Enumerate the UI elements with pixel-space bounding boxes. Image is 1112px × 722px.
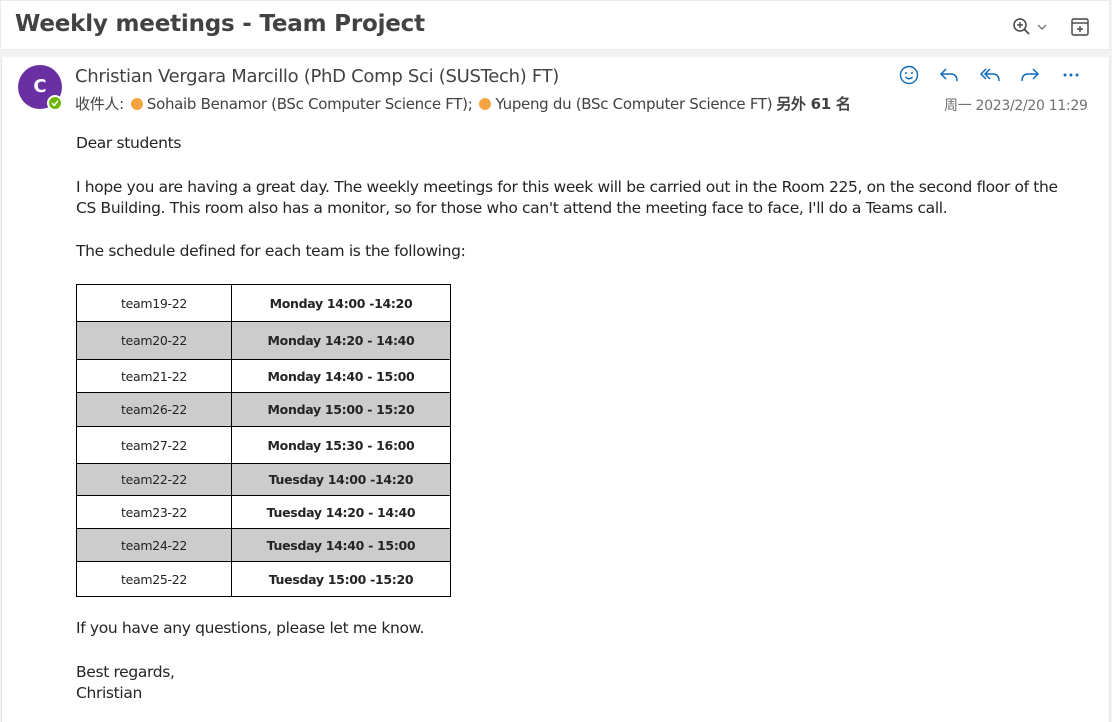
subject-bar: Weekly meetings - Team Project	[0, 0, 1110, 50]
sender-name[interactable]: Christian Vergara Marcillo (PhD Comp Sci…	[75, 66, 559, 87]
table-row: team26-22 Monday 15:00 - 15:20	[76, 392, 451, 427]
reply-icon	[939, 68, 958, 82]
schedule-table: team19-22 Monday 14:00 -14:20 team20-22 Mon…	[76, 284, 451, 597]
forward-icon	[1021, 68, 1040, 82]
more-actions-button[interactable]	[1059, 63, 1083, 87]
table-row: team24-22 Tuesday 14:40 - 15:00	[76, 528, 451, 562]
message-pane: C Christian Vergara Marcillo (PhD Comp S…	[1, 57, 1110, 722]
reply-button[interactable]	[937, 63, 961, 87]
recipients-label: 收件人:	[75, 95, 124, 113]
forward-button[interactable]	[1018, 63, 1042, 87]
away-status-icon	[130, 98, 143, 110]
team-cell: team23-22	[76, 495, 232, 529]
more-icon	[1063, 73, 1079, 77]
team-cell: team19-22	[76, 284, 232, 322]
more-recipients-link[interactable]: 另外 61 名	[776, 95, 851, 113]
recipient[interactable]: Sohaib Benamor (BSc Computer Science FT)…	[147, 95, 473, 113]
sent-date: 周一 2023/2/20 11:29	[944, 98, 1088, 114]
recipients-line: 收件人: Sohaib Benamor (BSc Computer Science…	[75, 93, 851, 114]
popout-button[interactable]	[1070, 17, 1090, 37]
time-cell: Monday 15:30 - 16:00	[231, 426, 451, 464]
smiley-icon	[899, 65, 919, 85]
zoom-in-icon	[1013, 18, 1047, 35]
table-row: team22-22 Tuesday 14:00 -14:20	[76, 463, 451, 496]
team-cell: team20-22	[76, 321, 232, 360]
team-cell: team22-22	[76, 463, 232, 496]
time-cell: Tuesday 14:40 - 15:00	[231, 528, 451, 562]
email-body-closing: If you have any questions, please let me…	[76, 618, 1076, 705]
reply-all-button[interactable]	[978, 63, 1002, 87]
greeting: Dear students	[76, 134, 182, 152]
body-paragraph: I hope you are having a great day. The w…	[76, 177, 1058, 218]
team-cell: team21-22	[76, 359, 232, 393]
emoji-reaction-button[interactable]	[897, 63, 921, 87]
open-in-new-window-icon	[1071, 18, 1089, 36]
time-cell: Tuesday 14:00 -14:20	[231, 463, 451, 496]
table-row: team23-22 Tuesday 14:20 - 14:40	[76, 495, 451, 529]
recipient[interactable]: Yupeng du (BSc Computer Science FT)	[495, 95, 772, 113]
body-paragraph: The schedule defined for each team is th…	[76, 241, 466, 260]
team-cell: team25-22	[76, 561, 232, 597]
team-cell: team24-22	[76, 528, 232, 562]
table-row: team19-22 Monday 14:00 -14:20	[76, 284, 451, 322]
time-cell: Monday 14:40 - 15:00	[231, 359, 451, 393]
away-status-icon	[479, 98, 492, 110]
body-paragraph: If you have any questions, please let me…	[76, 619, 425, 637]
time-cell: Monday 15:00 - 15:20	[231, 392, 451, 427]
table-row: team21-22 Monday 14:40 - 15:00	[76, 359, 451, 393]
table-row: team27-22 Monday 15:30 - 16:00	[76, 426, 451, 464]
closing: Best regards,	[76, 662, 175, 681]
table-row: team20-22 Monday 14:20 - 14:40	[76, 321, 451, 360]
email-subject: Weekly meetings - Team Project	[15, 11, 425, 37]
team-cell: team26-22	[76, 392, 232, 427]
presence-available-icon	[47, 95, 63, 111]
time-cell: Tuesday 14:20 - 14:40	[231, 495, 451, 529]
email-body: Dear students I hope you are having a gr…	[76, 133, 1076, 262]
time-cell: Tuesday 15:00 -15:20	[231, 561, 451, 597]
table-row: team25-22 Tuesday 15:00 -15:20	[76, 561, 451, 597]
time-cell: Monday 14:00 -14:20	[231, 284, 451, 322]
team-cell: team27-22	[76, 426, 232, 464]
signature: Christian	[76, 684, 142, 702]
time-cell: Monday 14:20 - 14:40	[231, 321, 451, 360]
reply-all-icon	[979, 68, 1000, 82]
zoom-button[interactable]	[1012, 17, 1052, 37]
